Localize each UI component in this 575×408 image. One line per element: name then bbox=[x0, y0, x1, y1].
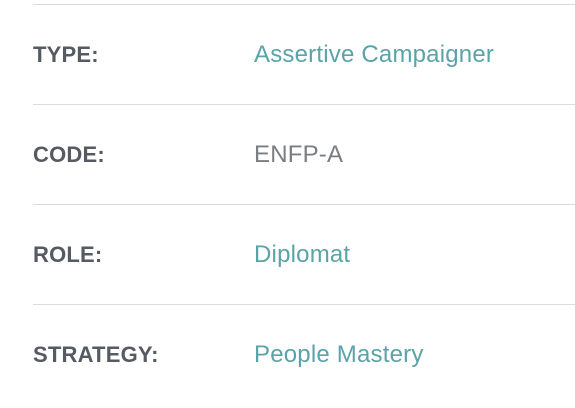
type-label: TYPE: bbox=[33, 41, 99, 67]
type-row: TYPE: Assertive Campaigner bbox=[33, 5, 575, 105]
role-value-link[interactable]: Diplomat bbox=[254, 241, 350, 269]
strategy-value-link[interactable]: People Mastery bbox=[254, 341, 424, 369]
strategy-row: STRATEGY: People Mastery bbox=[33, 305, 575, 405]
role-row: ROLE: Diplomat bbox=[33, 205, 575, 305]
strategy-label: STRATEGY: bbox=[33, 342, 159, 367]
code-row: CODE: ENFP-A bbox=[33, 105, 575, 205]
code-value: ENFP-A bbox=[254, 140, 344, 168]
personality-summary-table: TYPE: Assertive Campaigner CODE: ENFP-A … bbox=[33, 4, 575, 405]
code-label: CODE: bbox=[33, 141, 105, 167]
role-label: ROLE: bbox=[33, 241, 103, 267]
type-value-link[interactable]: Assertive Campaigner bbox=[254, 41, 494, 69]
